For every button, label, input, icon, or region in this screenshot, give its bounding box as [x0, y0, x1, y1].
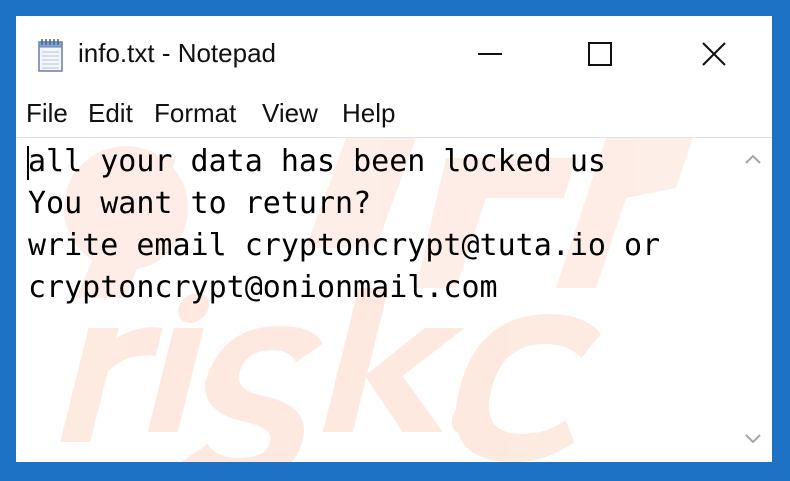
menu-file[interactable]: File: [26, 98, 68, 128]
text-line-4: cryptoncrypt@onionmail.com: [28, 270, 498, 305]
window-title: info.txt - Notepad: [78, 38, 276, 68]
menu-help[interactable]: Help: [342, 98, 395, 128]
notepad-icon: [36, 38, 66, 72]
maximize-icon: [588, 42, 612, 66]
minimize-icon: [478, 53, 502, 55]
scroll-up-button[interactable]: [743, 152, 763, 166]
menu-bar: File Edit Format View Help: [16, 96, 772, 132]
text-line-3: write email cryptoncrypt@tuta.io or: [28, 228, 661, 263]
vertical-scrollbar[interactable]: [734, 138, 772, 462]
maximize-button[interactable]: [572, 30, 628, 78]
notepad-window: info.txt - Notepad File Edit Format View…: [16, 16, 772, 462]
minimize-button[interactable]: [462, 30, 518, 78]
text-line-1: all your data has been locked us: [28, 144, 606, 179]
menu-format[interactable]: Format: [154, 98, 236, 128]
text-line-2: You want to return?: [28, 186, 372, 221]
chevron-up-icon: [745, 154, 761, 164]
close-button[interactable]: [686, 30, 742, 78]
title-bar[interactable]: info.txt - Notepad: [16, 16, 772, 92]
chevron-down-icon: [745, 434, 761, 444]
close-icon: [702, 42, 726, 66]
scroll-down-button[interactable]: [743, 432, 763, 446]
menu-view[interactable]: View: [262, 98, 318, 128]
menu-edit[interactable]: Edit: [88, 98, 133, 128]
text-editor[interactable]: all your data has been locked us You wan…: [16, 138, 734, 462]
